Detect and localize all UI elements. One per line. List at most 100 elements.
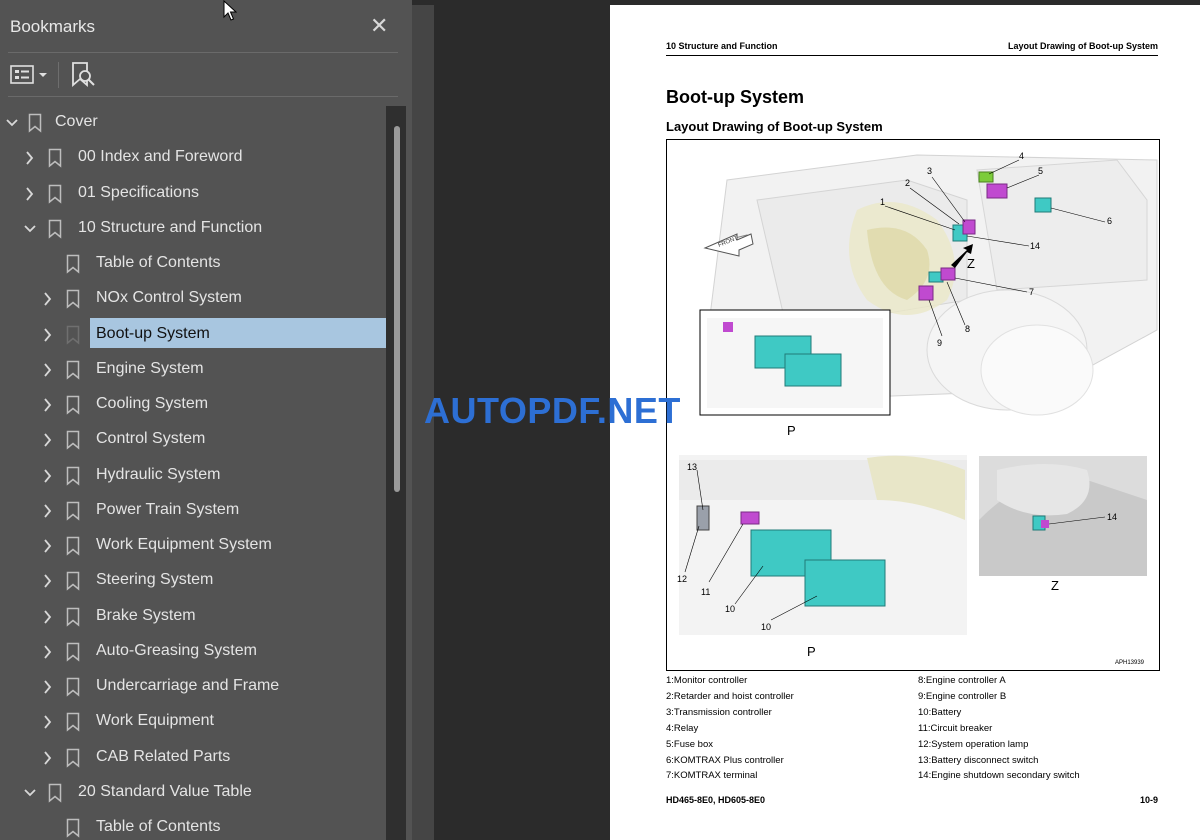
chevron-right-icon[interactable] (40, 290, 56, 308)
bookmark-icon (66, 677, 80, 697)
layout-drawing-figure: FRONT 1 2 3 4 5 6 7 8 9 14 Z P 13 12 11 … (666, 139, 1160, 671)
detail-z-label: Z (1051, 578, 1059, 593)
bookmark-icon (66, 395, 80, 415)
bookmark-item[interactable]: Work Equipment (0, 705, 386, 739)
bookmark-label: Power Train System (96, 501, 240, 518)
bookmark-label: 20 Standard Value Table (78, 783, 252, 800)
chevron-right-icon[interactable] (40, 502, 56, 520)
legend-item: 9:Engine controller B (918, 690, 1007, 702)
bookmark-icon (66, 607, 80, 627)
legend-item: 13:Battery disconnect switch (918, 754, 1039, 766)
chevron-down-icon[interactable] (4, 114, 20, 132)
callout-10b: 10 (761, 622, 771, 632)
chevron-right-icon[interactable] (22, 185, 38, 203)
bookmark-item[interactable]: 10 Structure and Function (0, 212, 386, 246)
toolbar-divider (58, 62, 59, 88)
callout-14-z: 14 (1107, 512, 1117, 522)
chevron-right-icon[interactable] (40, 361, 56, 379)
detail-p-bottom: 13 12 11 10 10 P (677, 455, 967, 659)
legend-item: 1:Monitor controller (666, 675, 748, 686)
bookmark-item[interactable]: 00 Index and Foreword (0, 141, 386, 175)
bookmark-item[interactable]: Work Equipment System (0, 529, 386, 563)
panel-title: Bookmarks (10, 17, 96, 36)
page-title: Boot-up System (666, 87, 805, 107)
options-menu-icon[interactable] (10, 64, 50, 86)
chevron-right-icon[interactable] (40, 396, 56, 414)
page-footer-model: HD465-8E0, HD605-8E0 (666, 795, 766, 805)
callout-6: 6 (1107, 216, 1112, 226)
chevron-right-icon[interactable] (40, 678, 56, 696)
chevron-right-icon[interactable] (40, 608, 56, 626)
bookmark-item[interactable]: Table of Contents (0, 811, 386, 840)
chevron-right-icon[interactable] (40, 326, 56, 344)
bookmark-tree: Cover 00 Index and Foreword 01 Specificati… (0, 106, 386, 840)
pdf-page: 10 Structure and Function Layout Drawing… (610, 5, 1200, 840)
bookmark-item[interactable]: Hydraulic System (0, 459, 386, 493)
bookmark-label: Steering System (96, 571, 214, 588)
chevron-right-icon[interactable] (40, 713, 56, 731)
legend-item: 10:Battery (918, 706, 962, 718)
legend-item: 14:Engine shutdown secondary switch (918, 770, 1080, 782)
bookmark-label: 01 Specifications (78, 184, 199, 201)
page-number: 10-9 (1139, 795, 1158, 805)
bookmark-item[interactable]: Undercarriage and Frame (0, 670, 386, 704)
bookmark-item[interactable]: Engine System (0, 353, 386, 387)
callout-11: 11 (701, 587, 710, 597)
callout-14: 14 (1030, 241, 1040, 251)
bookmark-icon (48, 783, 62, 803)
scrollbar-thumb[interactable] (394, 126, 400, 492)
bookmark-label: Work Equipment System (96, 536, 272, 553)
z-arrow-label: Z (967, 256, 975, 271)
callout-9: 9 (937, 338, 942, 348)
figure-code: APH13939 (1115, 660, 1145, 666)
chevron-right-icon[interactable] (40, 537, 56, 555)
divider (8, 52, 398, 53)
bookmark-item[interactable]: Auto-Greasing System (0, 635, 386, 669)
bookmark-item[interactable]: 20 Standard Value Table (0, 776, 386, 810)
chevron-down-icon[interactable] (22, 784, 38, 802)
inset-p-label: P (787, 423, 796, 438)
bookmark-icon (66, 254, 80, 274)
bookmark-item[interactable]: Power Train System (0, 494, 386, 528)
bookmark-item[interactable]: Control System (0, 423, 386, 457)
bookmark-item[interactable]: Cover (0, 106, 386, 140)
bookmark-icon (66, 712, 80, 732)
bookmark-label: NOx Control System (96, 289, 242, 306)
bookmark-item[interactable]: Cooling System (0, 388, 386, 422)
bookmark-item[interactable]: Brake System (0, 600, 386, 634)
bookmark-icon (66, 430, 80, 450)
bookmark-item[interactable]: Steering System (0, 564, 386, 598)
find-bookmark-icon[interactable] (70, 61, 96, 89)
legend-item: 12:System operation lamp (918, 738, 1029, 750)
bookmark-label: 00 Index and Foreword (78, 148, 243, 165)
chevron-right-icon[interactable] (22, 149, 38, 167)
bookmark-label: Table of Contents (96, 254, 221, 271)
legend-item: 5:Fuse box (666, 738, 713, 750)
chevron-down-icon[interactable] (22, 220, 38, 238)
callout-5: 5 (1038, 166, 1043, 176)
legend-item: 6:KOMTRAX Plus controller (666, 754, 784, 766)
bookmark-icon (66, 571, 80, 591)
page-subtitle: Layout Drawing of Boot-up System (666, 119, 883, 134)
chevron-right-icon[interactable] (40, 572, 56, 590)
chevron-right-icon[interactable] (40, 643, 56, 661)
chevron-right-icon[interactable] (40, 467, 56, 485)
callout-10a: 10 (725, 604, 735, 614)
chevron-right-icon[interactable] (40, 431, 56, 449)
legend-item: 3:Transmission controller (666, 706, 772, 718)
bookmark-icon (66, 289, 80, 309)
bookmark-label: Control System (96, 430, 206, 447)
legend-right: 8:Engine controller A 9:Engine controlle… (918, 673, 1080, 784)
bookmark-label: Undercarriage and Frame (96, 677, 280, 694)
close-icon[interactable]: ✕ (370, 13, 388, 39)
bookmarks-panel: Bookmarks ✕ Cover 00 Index and Foreword 01… (0, 0, 412, 840)
bookmark-item[interactable]: CAB Related Parts (0, 741, 386, 775)
bookmark-label: CAB Related Parts (96, 748, 231, 765)
detail-z: 14 Z (979, 456, 1147, 593)
bookmark-item[interactable]: NOx Control System (0, 282, 386, 316)
bookmark-item[interactable]: Table of Contents (0, 247, 386, 281)
divider (8, 96, 398, 97)
bookmark-item[interactable]: 01 Specifications (0, 177, 386, 211)
chevron-right-icon[interactable] (40, 749, 56, 767)
bookmark-item[interactable]: Boot-up System (0, 318, 386, 352)
